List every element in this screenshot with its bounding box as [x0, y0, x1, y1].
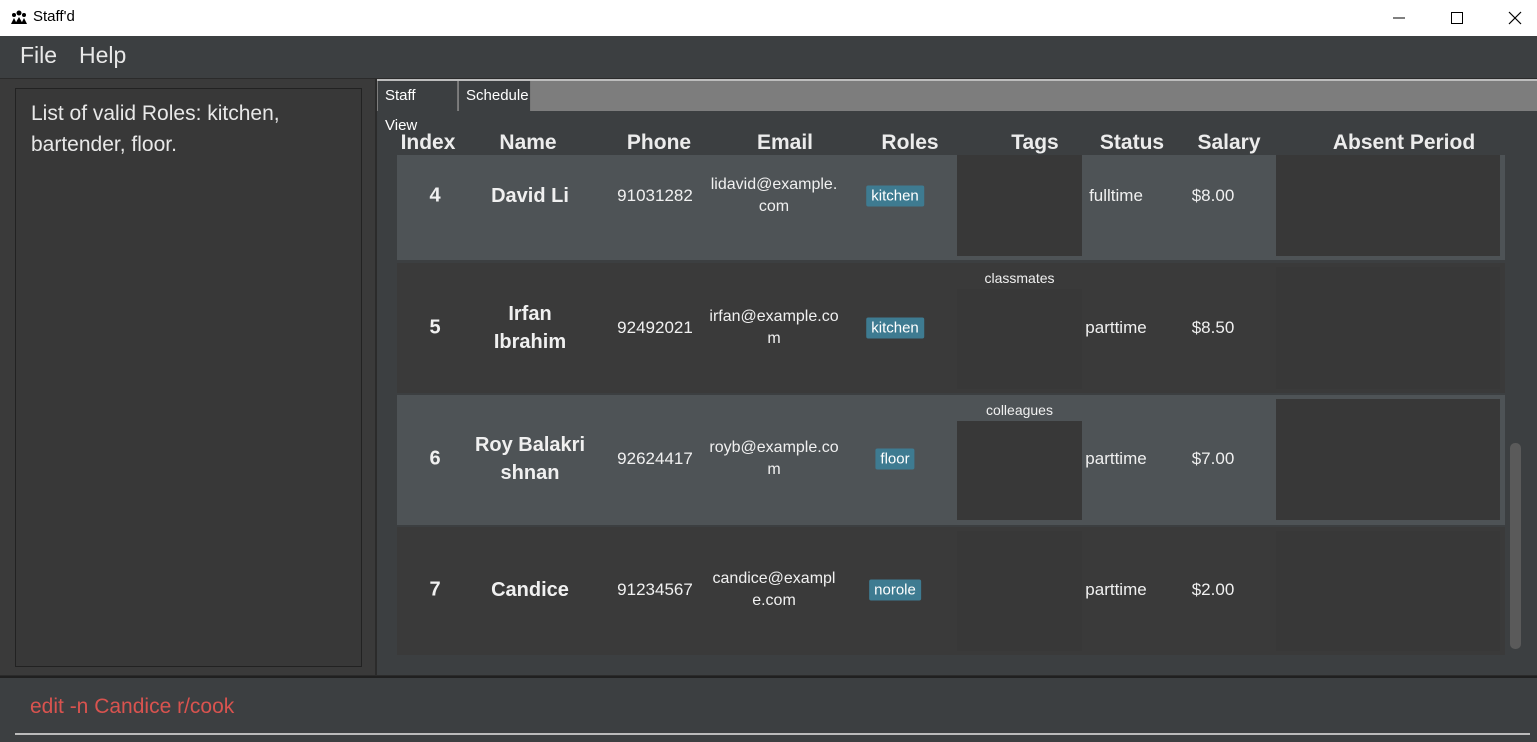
menu-help[interactable]: Help [79, 42, 126, 69]
staff-status: parttime [1085, 580, 1147, 599]
scrollbar-thumb[interactable] [1510, 443, 1521, 649]
staff-list[interactable]: 4 David Li 91031282 lidavid@example.com … [397, 155, 1505, 655]
table-row[interactable]: colleagues 6 Roy Balakrishnan 92624417 r… [397, 395, 1505, 525]
staff-email: irfan@example.com [709, 308, 839, 347]
staff-status: fulltime [1089, 186, 1143, 205]
menu-file[interactable]: File [20, 42, 57, 69]
staff-name: Roy Balakrishnan [474, 434, 586, 484]
menu-bar: File Help [0, 36, 1537, 78]
command-underline [15, 733, 1530, 735]
staff-phone: 92624417 [617, 449, 693, 468]
absent-period-box [1276, 399, 1500, 520]
header-phone: Phone [626, 131, 692, 154]
list-scrollbar[interactable] [1508, 155, 1524, 655]
table-row[interactable]: classmates 5 Irfan Ibrahim 92492021 irfa… [397, 263, 1505, 393]
header-salary: Salary [1197, 131, 1261, 154]
tags-box [957, 531, 1082, 651]
staff-email: candice@example.com [712, 570, 836, 609]
header-name: Name [499, 131, 557, 154]
staff-icon [11, 10, 27, 24]
header-roles: Roles [881, 131, 939, 154]
tab-schedule[interactable]: Schedule [459, 81, 531, 111]
close-icon [1508, 11, 1522, 25]
tags-box [957, 289, 1082, 389]
staff-index: 6 [429, 447, 441, 470]
result-pane: List of valid Roles: kitchen, bartender,… [0, 79, 375, 675]
tab-staff-view[interactable]: Staff View [378, 81, 458, 134]
window-title: Staff'd [33, 8, 75, 25]
staff-status: parttime [1085, 449, 1147, 468]
staff-salary: $2.00 [1191, 580, 1235, 599]
table-row[interactable]: 4 David Li 91031282 lidavid@example.com … [397, 155, 1505, 260]
role-badge: norole [869, 579, 921, 601]
absent-period-box [1276, 155, 1500, 256]
minimize-icon [1393, 17, 1405, 19]
tag-label: classmates [984, 270, 1055, 286]
staff-index: 4 [429, 184, 441, 207]
staff-name: David Li [491, 185, 569, 207]
absent-period-box [1276, 267, 1500, 389]
result-display: List of valid Roles: kitchen, bartender,… [15, 88, 362, 667]
close-button[interactable] [1486, 0, 1537, 36]
staff-phone: 92492021 [617, 318, 693, 337]
staff-salary: $7.00 [1191, 449, 1235, 468]
staff-name: Irfan Ibrahim [493, 303, 567, 353]
staff-index: 7 [429, 578, 441, 601]
staff-phone: 91031282 [617, 186, 693, 205]
role-badge: kitchen [866, 185, 924, 207]
maximize-button[interactable] [1428, 0, 1486, 36]
tab-bar: Staff View Schedule [377, 79, 1537, 134]
tag-label: colleagues [986, 402, 1053, 418]
result-text: List of valid Roles: kitchen, bartender,… [31, 102, 280, 156]
staff-status: parttime [1085, 318, 1147, 337]
command-input[interactable]: edit -n Candice r/cook [30, 695, 234, 719]
header-status: Status [1099, 131, 1165, 154]
staff-index: 5 [429, 316, 441, 339]
command-pane: edit -n Candice r/cook [0, 676, 1537, 742]
title-bar: Staff'd [0, 0, 1537, 36]
header-absent-period: Absent Period [1332, 131, 1476, 154]
tags-box [957, 155, 1082, 256]
minimize-button[interactable] [1370, 0, 1428, 36]
header-tags: Tags [1011, 131, 1059, 154]
staff-name: Candice [491, 579, 569, 601]
header-index: Index [400, 131, 456, 154]
staff-email: lidavid@example.com [710, 176, 838, 215]
header-email: Email [756, 131, 814, 154]
role-badge: floor [875, 448, 915, 470]
staff-salary: $8.50 [1191, 318, 1235, 337]
maximize-icon [1451, 12, 1463, 24]
staff-salary: $8.00 [1191, 186, 1235, 205]
absent-period-box [1276, 531, 1500, 651]
staff-phone: 91234567 [617, 580, 693, 599]
table-row[interactable]: 7 Candice 91234567 candice@example.com n… [397, 527, 1505, 655]
staff-email: royb@example.com [709, 439, 839, 478]
role-badge: kitchen [866, 317, 924, 339]
tags-box [957, 421, 1082, 520]
